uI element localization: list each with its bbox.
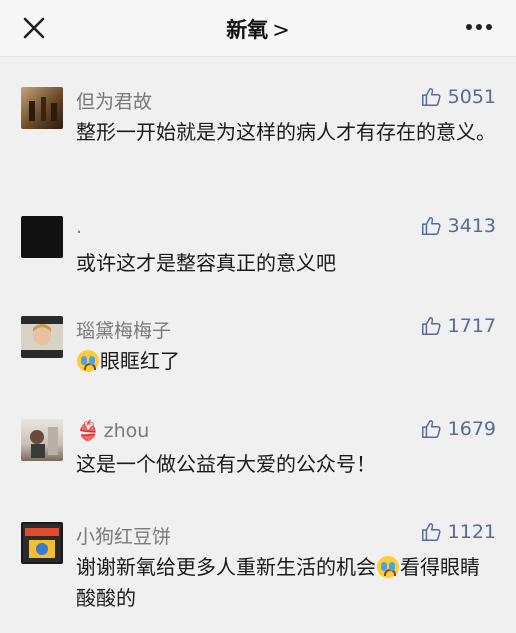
comment-item: . 3413 或许这才是整容真正的意义吧 (0, 186, 516, 286)
more-icon[interactable] (464, 20, 494, 34)
thumbs-up-icon (421, 523, 441, 541)
like-button[interactable]: 1121 (420, 521, 496, 543)
comment-item: 但为君故 5051 整形一开始就是为这样的病人才有存在的意义。 (0, 57, 516, 186)
thumbs-up-icon (421, 317, 441, 335)
comment-text: 或许这才是整容真正的意义吧 (76, 251, 336, 275)
commenter-name[interactable]: 瑙黛梅梅子 (76, 316, 171, 343)
crying-face-icon (377, 556, 399, 578)
commenter-name[interactable]: 但为君故 (76, 87, 152, 114)
like-count: 1717 (447, 315, 496, 337)
avatar[interactable] (21, 87, 63, 129)
chevron-right-icon: > (272, 18, 290, 42)
thumbs-up-icon (421, 217, 441, 235)
like-button[interactable]: 3413 (420, 215, 496, 237)
comment-list: 但为君故 5051 整形一开始就是为这样的病人才有存在的意义。 . 3413 或… (0, 57, 516, 632)
comment-item: 小狗红豆饼 1121 谢谢新氧给更多人重新生活的机会 看得眼睛酸酸的 (0, 492, 516, 632)
commenter-name[interactable]: 👙 zhou (76, 419, 149, 442)
avatar[interactable] (21, 316, 63, 358)
comment-text: 这是一个做公益有大爱的公众号！ (76, 452, 376, 476)
top-bar: 新氧 > (0, 0, 516, 57)
comment-item: 瑙黛梅梅子 1717 眼眶红了 (0, 286, 516, 389)
comment-text: 整形一开始就是为这样的病人才有存在的意义。 (76, 120, 496, 144)
title-text: 新氧 (226, 18, 269, 42)
like-count: 5051 (447, 86, 496, 108)
like-button[interactable]: 5051 (420, 86, 496, 108)
page-title[interactable]: 新氧 > (0, 14, 516, 44)
commenter-name[interactable]: 小狗红豆饼 (76, 522, 171, 549)
comment-text-body: 眼眶红了 (100, 349, 180, 373)
like-button[interactable]: 1717 (420, 315, 496, 337)
commenter-name[interactable]: . (76, 216, 82, 238)
avatar[interactable] (21, 522, 63, 564)
like-count: 3413 (447, 215, 496, 237)
crying-face-icon (77, 350, 99, 372)
comment-text: 眼眶红了 (76, 346, 496, 377)
comment-text: 谢谢新氧给更多人重新生活的机会 看得眼睛酸酸的 (76, 552, 496, 614)
bikini-icon: 👙 (76, 420, 100, 442)
avatar[interactable] (21, 216, 63, 258)
comment-item: 👙 zhou 1679 这是一个做公益有大爱的公众号！ (0, 389, 516, 492)
commenter-name-text: zhou (103, 420, 150, 442)
like-count: 1679 (447, 418, 496, 440)
like-count: 1121 (447, 521, 496, 543)
avatar[interactable] (21, 419, 63, 461)
comment-text-part1: 谢谢新氧给更多人重新生活的机会 (76, 555, 376, 579)
thumbs-up-icon (421, 420, 441, 438)
thumbs-up-icon (421, 88, 441, 106)
like-button[interactable]: 1679 (420, 418, 496, 440)
